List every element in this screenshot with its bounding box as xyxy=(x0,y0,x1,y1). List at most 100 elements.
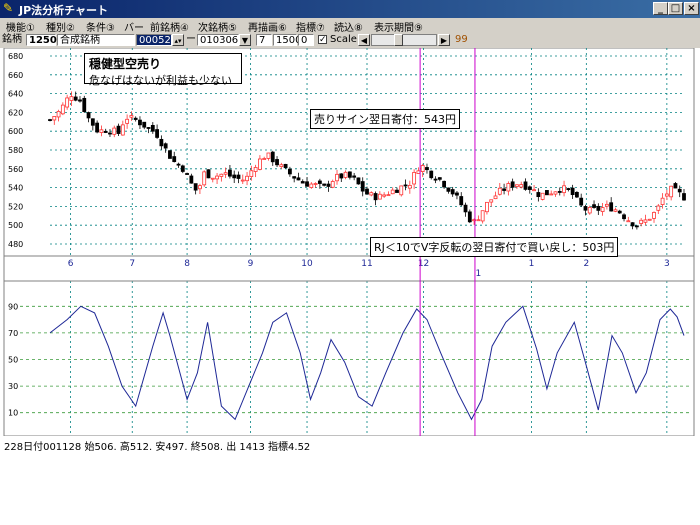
date-field[interactable]: 010306 xyxy=(197,34,239,46)
candle-body xyxy=(283,163,288,169)
candle-body xyxy=(545,190,549,196)
candle-body xyxy=(292,176,297,179)
close-button[interactable]: × xyxy=(684,2,699,15)
price-y-tick-label: 580 xyxy=(8,146,23,155)
candle-body xyxy=(223,172,228,175)
price-field[interactable]: 000524 xyxy=(136,34,177,46)
candle-body xyxy=(138,119,142,126)
candle-body xyxy=(65,97,70,108)
candle-body xyxy=(365,188,369,195)
param3-field[interactable]: 0 xyxy=(298,34,314,46)
candle-body xyxy=(660,197,665,205)
candle-body xyxy=(634,225,639,228)
candle-body xyxy=(677,188,682,193)
candle-body xyxy=(347,171,352,178)
slider-right-button[interactable]: ▶ xyxy=(438,34,450,46)
candle-body xyxy=(198,185,202,190)
menu-period[interactable]: 表示期間⑨ xyxy=(374,19,423,34)
candle-body xyxy=(622,214,626,220)
candle-body xyxy=(420,165,425,172)
app-icon: ✎ xyxy=(3,1,14,15)
candle-body xyxy=(210,177,215,180)
scale-label: Scale xyxy=(330,34,357,45)
candle-body xyxy=(669,185,674,198)
candle-body xyxy=(356,177,361,185)
candle-body xyxy=(116,125,121,134)
x-tick-label: 3 xyxy=(664,259,670,269)
candle-body xyxy=(296,177,301,181)
candle-body xyxy=(532,189,536,192)
menu-kinou[interactable]: 機能① xyxy=(6,19,35,34)
candle-body xyxy=(609,202,614,212)
candle-body xyxy=(279,164,284,167)
year-tick-label: 1 xyxy=(476,269,482,279)
code-field[interactable]: 1250 xyxy=(26,34,57,46)
candle-body xyxy=(133,117,138,120)
price-spin-button[interactable]: ▴▾ xyxy=(172,34,184,46)
candle-body xyxy=(373,193,378,201)
candle-body xyxy=(493,195,498,200)
param1-field[interactable]: 7 xyxy=(256,34,272,46)
candle-body xyxy=(125,118,130,124)
candle-body xyxy=(579,197,584,206)
candle-body xyxy=(228,169,232,177)
candle-body xyxy=(515,184,519,187)
scale-slider-thumb[interactable] xyxy=(394,34,403,46)
menu-indicator[interactable]: 指標⑦ xyxy=(296,19,325,34)
menu-bar-type[interactable]: バー xyxy=(124,19,144,34)
menu-next-stock[interactable]: 次銘柄⑤ xyxy=(198,19,237,34)
candle-body xyxy=(587,207,592,214)
candle-body xyxy=(108,132,112,135)
candle-body xyxy=(566,188,571,190)
candle-body xyxy=(287,168,292,175)
candle-body xyxy=(300,181,305,184)
candle-body xyxy=(455,192,459,196)
menu-shubetsu[interactable]: 種別② xyxy=(46,19,75,34)
menu-load[interactable]: 読込⑧ xyxy=(334,19,363,34)
candle-body xyxy=(489,199,494,203)
buyback-label: RJ＜10でV字反転の翌日寄付で買い戻し：503円 xyxy=(370,237,619,257)
candle-body xyxy=(159,138,164,147)
stock-name-field[interactable]: 合成銘柄 xyxy=(57,34,135,46)
candle-body xyxy=(129,115,134,118)
candle-body xyxy=(172,156,177,163)
strategy-title: 穏健型空売り xyxy=(89,57,162,71)
candle-body xyxy=(476,219,481,222)
candle-body xyxy=(652,212,656,219)
candle-body xyxy=(442,180,447,188)
candle-body xyxy=(433,178,438,181)
maximize-button[interactable]: □ xyxy=(668,2,683,15)
candle-body xyxy=(150,125,155,132)
candle-body xyxy=(313,183,318,185)
x-tick-label: 9 xyxy=(248,259,254,269)
scale-slider-track[interactable] xyxy=(371,34,437,46)
menu-redraw[interactable]: 再描画⑥ xyxy=(248,19,287,34)
scale-checkbox[interactable]: ✓ xyxy=(318,35,327,45)
menu-bar: 機能① 種別② 条件③ バー 前銘柄④ 次銘柄⑤ 再描画⑥ 指標⑦ 読込⑧ 表示… xyxy=(0,18,700,34)
candle-body xyxy=(399,185,404,196)
candle-body xyxy=(352,175,357,178)
menu-prev-stock[interactable]: 前銘柄④ xyxy=(150,19,189,34)
candle-body xyxy=(626,220,631,223)
candle-body xyxy=(557,191,562,193)
param2-field[interactable]: 1500 xyxy=(273,34,301,46)
candle-body xyxy=(446,187,451,192)
candle-body xyxy=(596,205,601,211)
candle-body xyxy=(90,118,95,126)
candle-body xyxy=(120,124,125,136)
window-title: JP法分析チャート xyxy=(19,4,109,17)
candle-body xyxy=(180,165,185,172)
sell-signal-label: 売りサイン翌日寄付：543円 xyxy=(310,109,460,129)
candle-body xyxy=(176,163,181,166)
candle-body xyxy=(527,186,532,190)
candle-body xyxy=(335,173,339,182)
candle-body xyxy=(390,189,395,195)
candle-body xyxy=(613,209,618,212)
minimize-button[interactable]: _ xyxy=(653,2,668,15)
candle-body xyxy=(664,193,669,197)
chevron-down-icon[interactable]: ▼ xyxy=(239,34,251,46)
menu-jouken[interactable]: 条件③ xyxy=(86,19,115,34)
candle-body xyxy=(326,183,331,187)
candle-body xyxy=(407,185,412,189)
slider-left-button[interactable]: ◀ xyxy=(358,34,370,46)
